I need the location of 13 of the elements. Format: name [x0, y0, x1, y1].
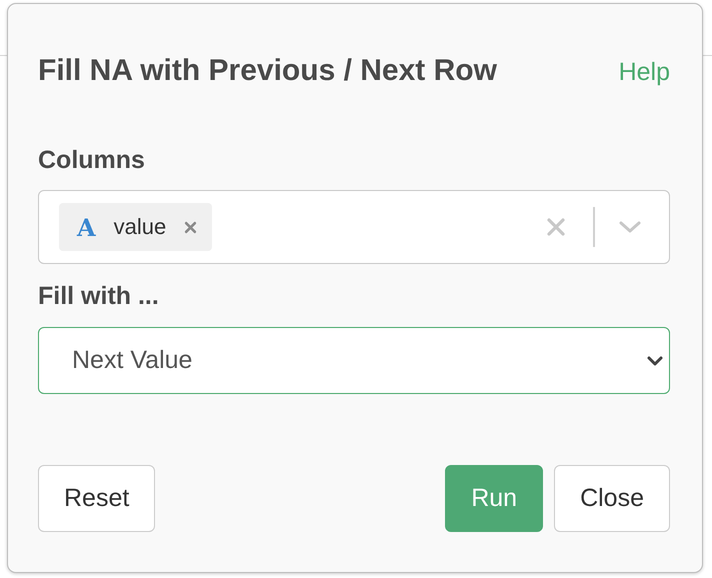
- chevron-down-icon: [647, 354, 663, 366]
- chevron-down-icon[interactable]: [619, 220, 641, 234]
- columns-field[interactable]: A value: [38, 190, 670, 264]
- dialog-title: Fill NA with Previous / Next Row: [38, 54, 497, 88]
- remove-icon[interactable]: [184, 220, 198, 234]
- clear-icon[interactable]: [546, 217, 566, 237]
- field-label: Columns: [38, 146, 146, 175]
- field-label: Fill with ...: [38, 282, 160, 311]
- close-button[interactable]: Close: [554, 465, 670, 532]
- type-icon: A: [77, 212, 96, 242]
- chip-label: value: [114, 214, 166, 240]
- reset-button[interactable]: Reset: [38, 465, 156, 532]
- fill-select[interactable]: Next Value: [38, 327, 670, 394]
